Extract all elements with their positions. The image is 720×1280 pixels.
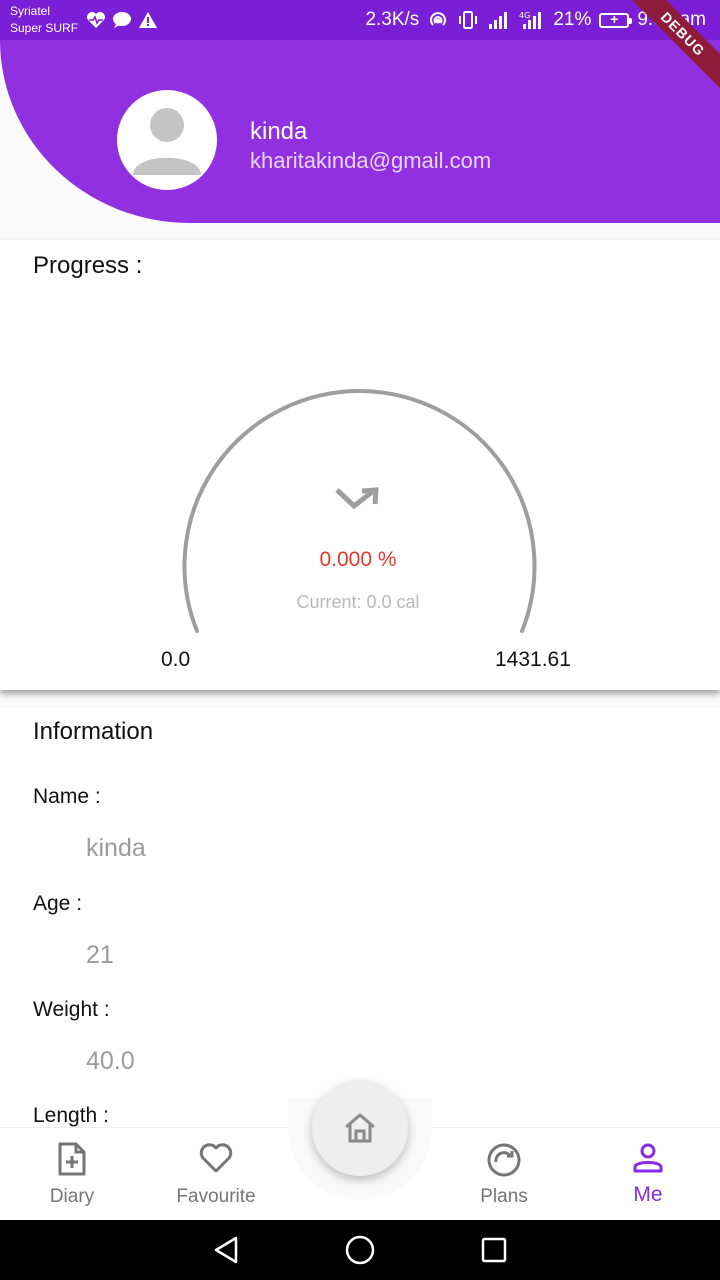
- avatar[interactable]: [117, 90, 217, 190]
- home-icon: [345, 1113, 375, 1143]
- home-button[interactable]: [312, 1080, 408, 1176]
- person-icon: [133, 108, 201, 175]
- network-speed: 2.3K/s: [365, 9, 420, 30]
- carrier-name: Syriatel: [10, 4, 51, 18]
- nav-favourite-label: Favourite: [176, 1186, 256, 1207]
- back-icon[interactable]: [211, 1235, 241, 1265]
- trending-down-icon: [335, 487, 379, 510]
- length-label: Length :: [33, 1104, 109, 1127]
- nav-me-label: Me: [633, 1183, 663, 1206]
- recents-icon[interactable]: [480, 1235, 508, 1265]
- chat-icon: [113, 12, 132, 28]
- age-label: Age :: [33, 892, 83, 915]
- heart-pulse-icon: [87, 12, 106, 28]
- svg-text:4G: 4G: [519, 11, 530, 20]
- progress-card: Progress : 0.000 % Current: 0.0 cal 0.0 …: [0, 240, 720, 690]
- name-label: Name :: [33, 785, 101, 808]
- carrier-info: Syriatel Super SURF: [10, 3, 78, 37]
- progress-percent: 0.000 %: [319, 548, 397, 571]
- user-name: kinda: [250, 118, 308, 145]
- progress-current: Current: 0.0 cal: [296, 592, 420, 612]
- nav-favourite[interactable]: Favourite: [144, 1128, 288, 1221]
- nav-me[interactable]: Me: [576, 1128, 720, 1221]
- carrier-plan: Super SURF: [10, 21, 79, 35]
- screen: Syriatel Super SURF 2.3K/s 4G 21% + 9:00…: [0, 0, 720, 1280]
- vibrate-icon: [459, 11, 478, 29]
- weight-label: Weight :: [33, 998, 110, 1021]
- battery-percent: 21%: [553, 9, 592, 30]
- person-outline-icon: [633, 1143, 663, 1173]
- gauge-min-label: 0.0: [161, 648, 191, 671]
- battery-charging-icon: +: [599, 11, 633, 28]
- hotspot-icon: [430, 12, 447, 26]
- weight-value: 40.0: [86, 1047, 135, 1075]
- system-home-icon[interactable]: [345, 1235, 375, 1265]
- nav-diary-label: Diary: [49, 1186, 95, 1207]
- information-title: Information: [33, 718, 154, 745]
- nav-plans[interactable]: Plans: [432, 1128, 576, 1221]
- gauge-max-label: 1431.61: [495, 648, 571, 671]
- notification-icons: [86, 11, 158, 29]
- progress-gauge: [182, 389, 537, 633]
- refresh-circle-icon: [487, 1143, 521, 1177]
- nav-diary[interactable]: Diary: [0, 1128, 144, 1221]
- user-email: kharitakinda@gmail.com: [250, 148, 492, 173]
- heart-icon: [199, 1143, 233, 1173]
- signal-4g-icon: 4G: [519, 11, 542, 29]
- note-add-icon: [58, 1142, 86, 1176]
- name-value: kinda: [86, 834, 146, 862]
- warning-icon: [139, 12, 158, 28]
- status-bar: Syriatel Super SURF 2.3K/s 4G 21% + 9:00…: [0, 0, 720, 40]
- age-value: 21: [86, 941, 114, 969]
- system-nav-bar: [0, 1220, 720, 1280]
- profile-header: kinda kharitakinda@gmail.com: [0, 40, 720, 223]
- information-section: Information Name : kinda Age : 21 Weight…: [0, 708, 720, 1128]
- signal-icon: [489, 12, 508, 29]
- nav-plans-label: Plans: [480, 1186, 528, 1207]
